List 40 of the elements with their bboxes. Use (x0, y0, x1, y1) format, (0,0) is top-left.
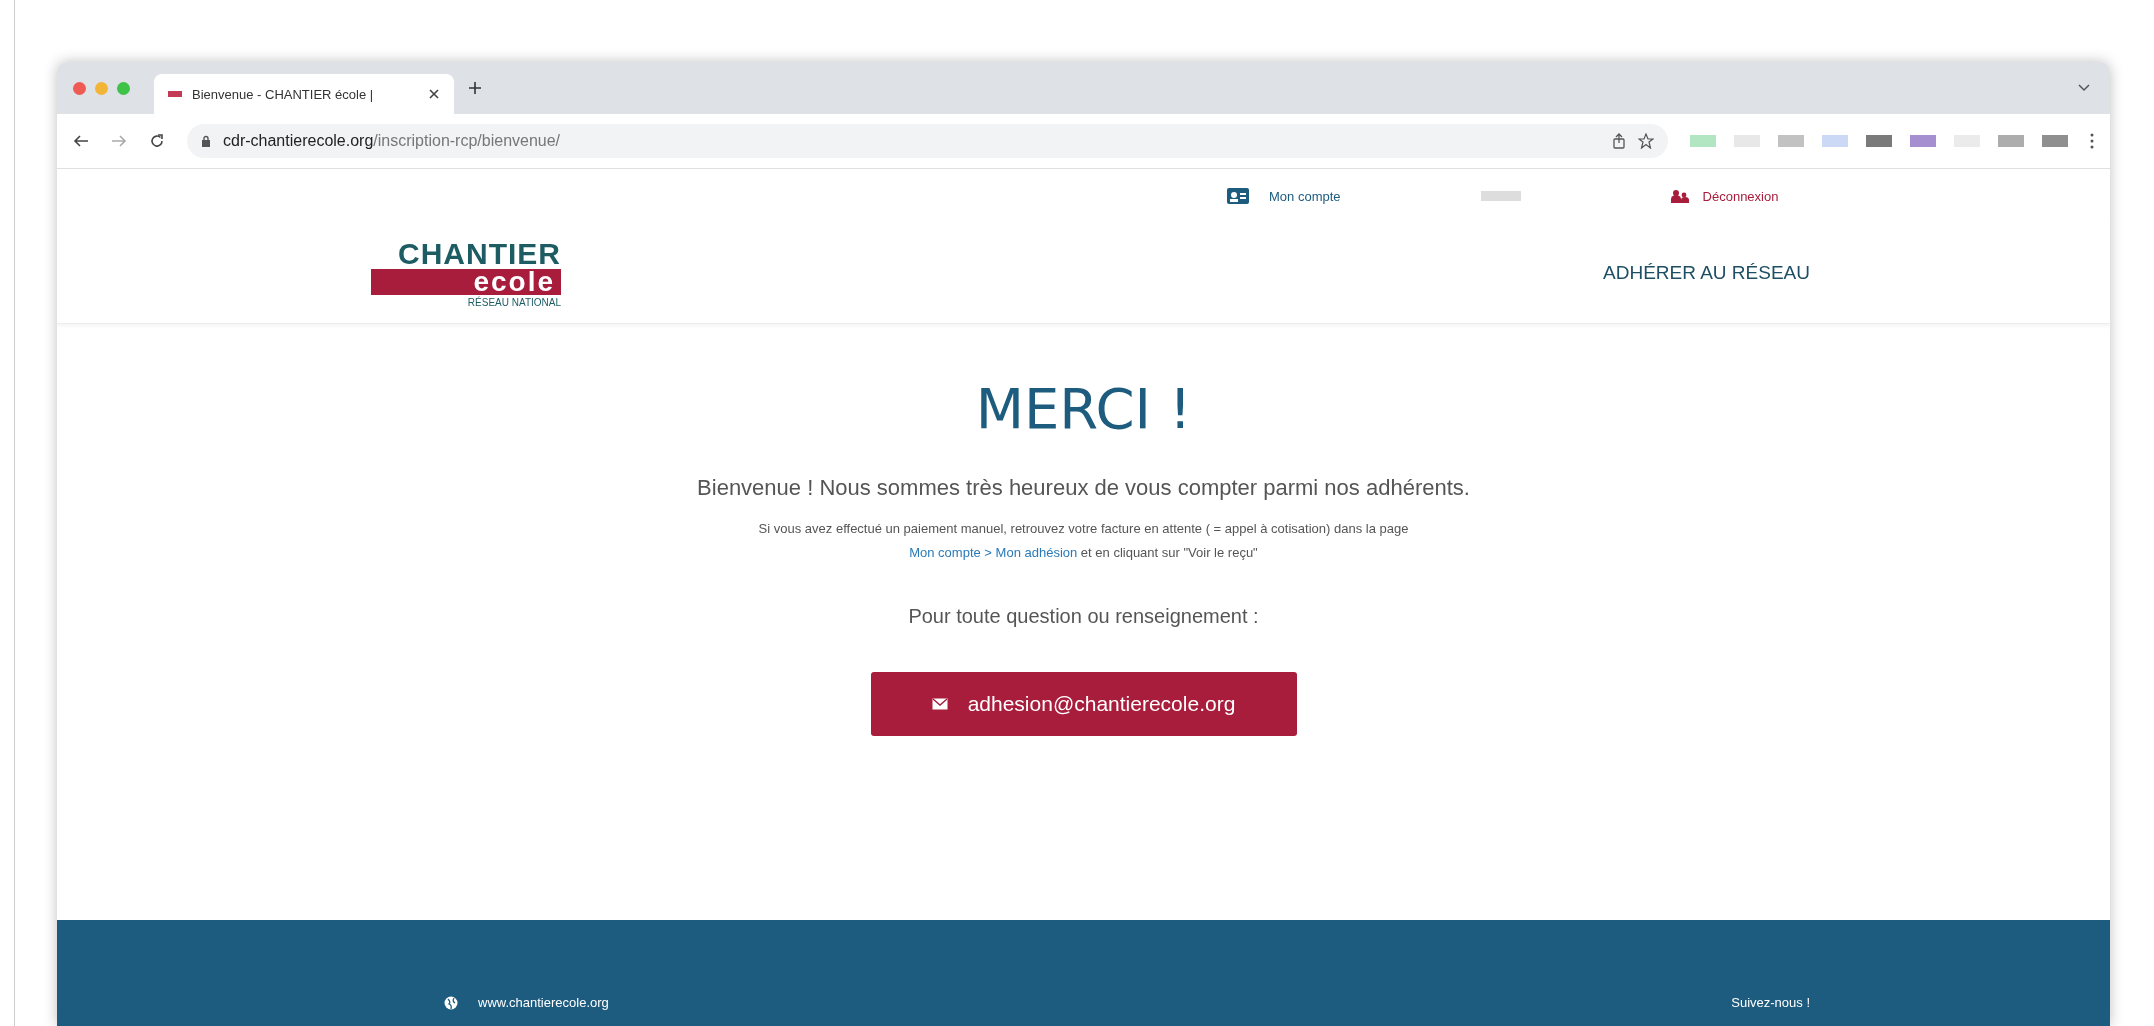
logout-link[interactable]: Déconnexion (1670, 188, 1779, 204)
blurred-extension-icon[interactable] (1866, 135, 1892, 147)
envelope-icon (931, 698, 948, 710)
account-link[interactable]: Mon compte (1227, 188, 1341, 204)
id-card-icon (1227, 188, 1249, 204)
back-icon[interactable] (73, 134, 89, 148)
note-paragraph: Si vous avez effectué un paiement manuel, retrouvez votre facture en attente ( = appel à cotisation) dans la page Mon compte > Mon adhésion et en cliquant sur "Voir le reçu" (758, 520, 1409, 562)
blurred-username (1480, 191, 1521, 201)
welcome-text: Bienvenue ! Nous sommes très heureux de vous compter parmi nos adhérents. (697, 475, 1470, 501)
more-icon[interactable] (2090, 133, 2094, 149)
globe-icon (444, 995, 458, 1010)
question-text: Pour toute question ou renseignement : (908, 605, 1259, 628)
lock-icon (201, 135, 211, 147)
close-icon[interactable] (428, 88, 440, 100)
new-tab-icon[interactable] (468, 81, 482, 95)
website-link[interactable]: www.chantierecole.org (444, 995, 609, 1010)
forward-icon[interactable] (111, 134, 127, 148)
address-bar[interactable]: cdr-chantierecole.org/inscription-rcp/bienvenue/ (187, 124, 1668, 158)
nav-link[interactable]: ADHÉRER AU RÉSEAU (1603, 262, 1810, 284)
blurred-extension-icon[interactable] (1998, 135, 2024, 147)
window-control-button[interactable] (117, 81, 130, 95)
window-control-button[interactable] (95, 81, 108, 95)
logo[interactable]: CHANTIER ecole RÉSEAU NATIONAL (371, 238, 561, 308)
email-button[interactable]: adhesion@chantierecole.org (870, 672, 1297, 736)
favicon-icon (168, 91, 182, 97)
blurred-extension-icon[interactable] (1822, 135, 1848, 147)
share-icon[interactable] (1612, 133, 1626, 149)
blurred-extension-icon[interactable] (1910, 135, 1936, 147)
page-title: MERCI ! (975, 376, 1192, 441)
star-icon[interactable] (1638, 133, 1654, 149)
reload-icon[interactable] (149, 133, 165, 149)
blurred-extension-icon[interactable] (2042, 135, 2068, 147)
users-icon (1670, 189, 1689, 203)
chevron-down-icon[interactable] (2078, 84, 2090, 92)
blurred-extension-icon[interactable] (1690, 135, 1716, 147)
blurred-extension-icon[interactable] (1778, 135, 1804, 147)
browser-tab[interactable]: Bienvenue - CHANTIER école | (154, 74, 454, 114)
follow-us-text: Suivez-nous ! (1731, 995, 1810, 1010)
account-membership-link[interactable]: Mon compte > Mon adhésion (909, 545, 1078, 560)
window-control-button[interactable] (73, 81, 86, 95)
